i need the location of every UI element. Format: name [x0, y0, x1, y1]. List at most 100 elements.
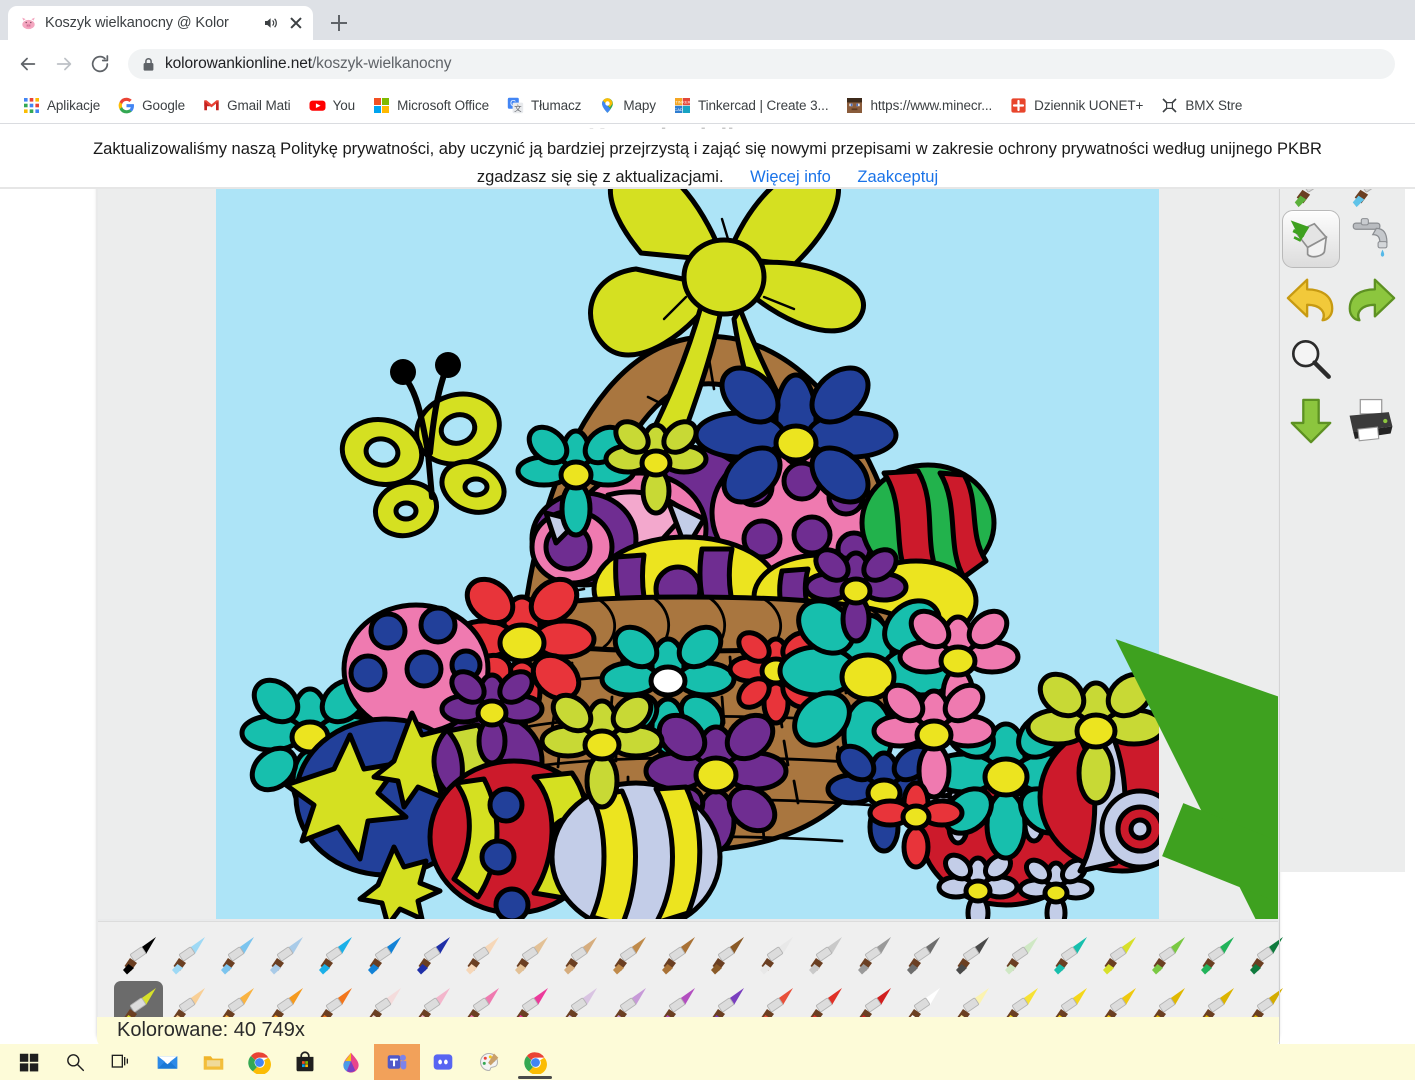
- tab-strip: Koszyk wielkanocny @ Kolor: [0, 0, 1415, 40]
- bookmark-aplikacje[interactable]: Aplikacje: [14, 94, 109, 117]
- task-view-icon[interactable]: [98, 1044, 144, 1080]
- chrome-icon[interactable]: [236, 1044, 282, 1080]
- new-tab-button[interactable]: [325, 9, 353, 37]
- browser-toolbar: kolorowankionline.net/koszyk-wielkanocny: [0, 40, 1415, 88]
- bmx-icon: [1161, 97, 1178, 114]
- gmail-icon: [203, 97, 220, 114]
- bookmark-label: https://www.minecr...: [870, 98, 993, 113]
- bookmark-minecraft[interactable]: https://www.minecr...: [837, 94, 1001, 117]
- url-path: /koszyk-wielkanocny: [311, 55, 452, 72]
- color-swatch[interactable]: [359, 930, 408, 979]
- windows-logo-icon[interactable]: [6, 1044, 52, 1080]
- bookmark-label: Dziennik UONET+: [1034, 98, 1144, 113]
- search-icon[interactable]: [52, 1044, 98, 1080]
- bookmark-microsoft-office[interactable]: Microsoft Office: [364, 94, 498, 117]
- redo-arrow-icon[interactable]: [1342, 270, 1400, 328]
- speaker-icon[interactable]: [263, 15, 279, 31]
- address-bar[interactable]: kolorowankionline.net/koszyk-wielkanocny: [128, 49, 1395, 79]
- faucet-icon[interactable]: [1342, 210, 1400, 268]
- bookmark-gmail[interactable]: Gmail Mati: [194, 94, 300, 117]
- bookmark-bmx[interactable]: BMX Stre: [1152, 94, 1251, 117]
- coloring-canvas[interactable]: [216, 157, 1278, 919]
- teams-icon[interactable]: [374, 1044, 420, 1080]
- arrow-left-icon[interactable]: [12, 48, 44, 80]
- magnifier-icon[interactable]: [1282, 330, 1340, 388]
- color-swatch[interactable]: [849, 930, 898, 979]
- canvas-area: [98, 157, 1278, 919]
- tinkercad-icon: TIN KER CAD: [674, 97, 691, 114]
- color-swatch[interactable]: [114, 930, 163, 979]
- windows-taskbar: [0, 1044, 1415, 1080]
- paint3d-drop-icon[interactable]: [328, 1044, 374, 1080]
- more-info-link[interactable]: Więcej info: [750, 168, 831, 186]
- color-swatch[interactable]: [261, 930, 310, 979]
- color-swatch[interactable]: [1045, 930, 1094, 979]
- folder-icon[interactable]: [190, 1044, 236, 1080]
- color-swatch[interactable]: [604, 930, 653, 979]
- bookmark-label: Google: [142, 98, 186, 113]
- bookmark-label: Aplikacje: [47, 98, 101, 113]
- bookmark-google[interactable]: Google: [109, 94, 194, 117]
- paint-bucket-cursor: [1006, 601, 1278, 919]
- bookmark-tlumacz[interactable]: G 文 Tłumacz: [498, 94, 590, 117]
- bookmark-mapy[interactable]: Mapy: [590, 94, 665, 117]
- color-swatch[interactable]: [751, 930, 800, 979]
- color-swatch[interactable]: [1241, 930, 1290, 979]
- svg-text:文: 文: [514, 103, 522, 113]
- color-swatch[interactable]: [653, 930, 702, 979]
- color-swatch[interactable]: [800, 930, 849, 979]
- color-swatch[interactable]: [310, 930, 359, 979]
- banner-divider: [0, 187, 1415, 189]
- palette-row-1: [114, 930, 1283, 981]
- color-swatch[interactable]: [506, 930, 555, 979]
- reload-icon[interactable]: [84, 48, 116, 80]
- svg-text:KER: KER: [682, 99, 690, 104]
- privacy-banner: Zaktualizowaliśmy naszą Politykę prywatn…: [0, 129, 1415, 187]
- mail-icon[interactable]: [144, 1044, 190, 1080]
- chrome-icon[interactable]: [512, 1044, 558, 1080]
- paint-bucket-icon[interactable]: [1282, 210, 1340, 268]
- url-text: kolorowankionline.net/koszyk-wielkanocny: [165, 55, 451, 73]
- google-translate-icon: G 文: [507, 97, 524, 114]
- color-swatch[interactable]: [408, 930, 457, 979]
- bookmark-label: Microsoft Office: [397, 98, 490, 113]
- browser-tab[interactable]: Koszyk wielkanocny @ Kolor: [8, 6, 313, 40]
- color-swatch[interactable]: [457, 930, 506, 979]
- paint-palette-icon[interactable]: [466, 1044, 512, 1080]
- color-swatch[interactable]: [1143, 930, 1192, 979]
- microsoft-icon: [373, 97, 390, 114]
- page-viewport: Koszyk wielkanocny: [0, 124, 1415, 1044]
- color-swatch[interactable]: [702, 930, 751, 979]
- coloring-app: [97, 157, 1283, 1042]
- undo-arrow-icon[interactable]: [1282, 270, 1340, 328]
- color-swatch[interactable]: [555, 930, 604, 979]
- youtube-icon: [309, 97, 326, 114]
- color-swatch[interactable]: [212, 930, 261, 979]
- download-arrow-icon[interactable]: [1282, 392, 1340, 450]
- store-bag-icon[interactable]: [282, 1044, 328, 1080]
- discord-icon[interactable]: [420, 1044, 466, 1080]
- apps-grid-icon: [23, 97, 40, 114]
- svg-text:TIN: TIN: [675, 99, 682, 104]
- color-swatch[interactable]: [947, 930, 996, 979]
- color-swatch[interactable]: [1094, 930, 1143, 979]
- printer-icon[interactable]: [1342, 392, 1400, 450]
- colored-count-label: Kolorowane: 40 749x: [97, 1017, 1279, 1044]
- arrow-right-icon[interactable]: [48, 48, 80, 80]
- bookmark-label: BMX Stre: [1185, 98, 1243, 113]
- bookmark-tinkercad[interactable]: TIN KER CAD Tinkercad | Create 3...: [665, 94, 838, 117]
- bookmark-label: Gmail Mati: [227, 98, 291, 113]
- bookmark-uonet[interactable]: Dziennik UONET+: [1001, 94, 1152, 117]
- privacy-banner-line1: Zaktualizowaliśmy naszą Politykę prywatn…: [93, 140, 1322, 158]
- color-swatch[interactable]: [1192, 930, 1241, 979]
- color-swatch[interactable]: [898, 930, 947, 979]
- accept-button[interactable]: Zaakceptuj: [857, 168, 938, 186]
- color-swatch[interactable]: [163, 930, 212, 979]
- privacy-banner-text2: zgadzasz się się z aktualizacjami.: [476, 168, 724, 186]
- close-icon[interactable]: [287, 14, 305, 32]
- bookmark-youtube[interactable]: You: [300, 94, 364, 117]
- minecraft-steve-icon: [846, 97, 863, 114]
- color-swatch[interactable]: [996, 930, 1045, 979]
- bookmark-label: Tinkercad | Create 3...: [697, 98, 829, 113]
- pig-favicon: [20, 15, 37, 32]
